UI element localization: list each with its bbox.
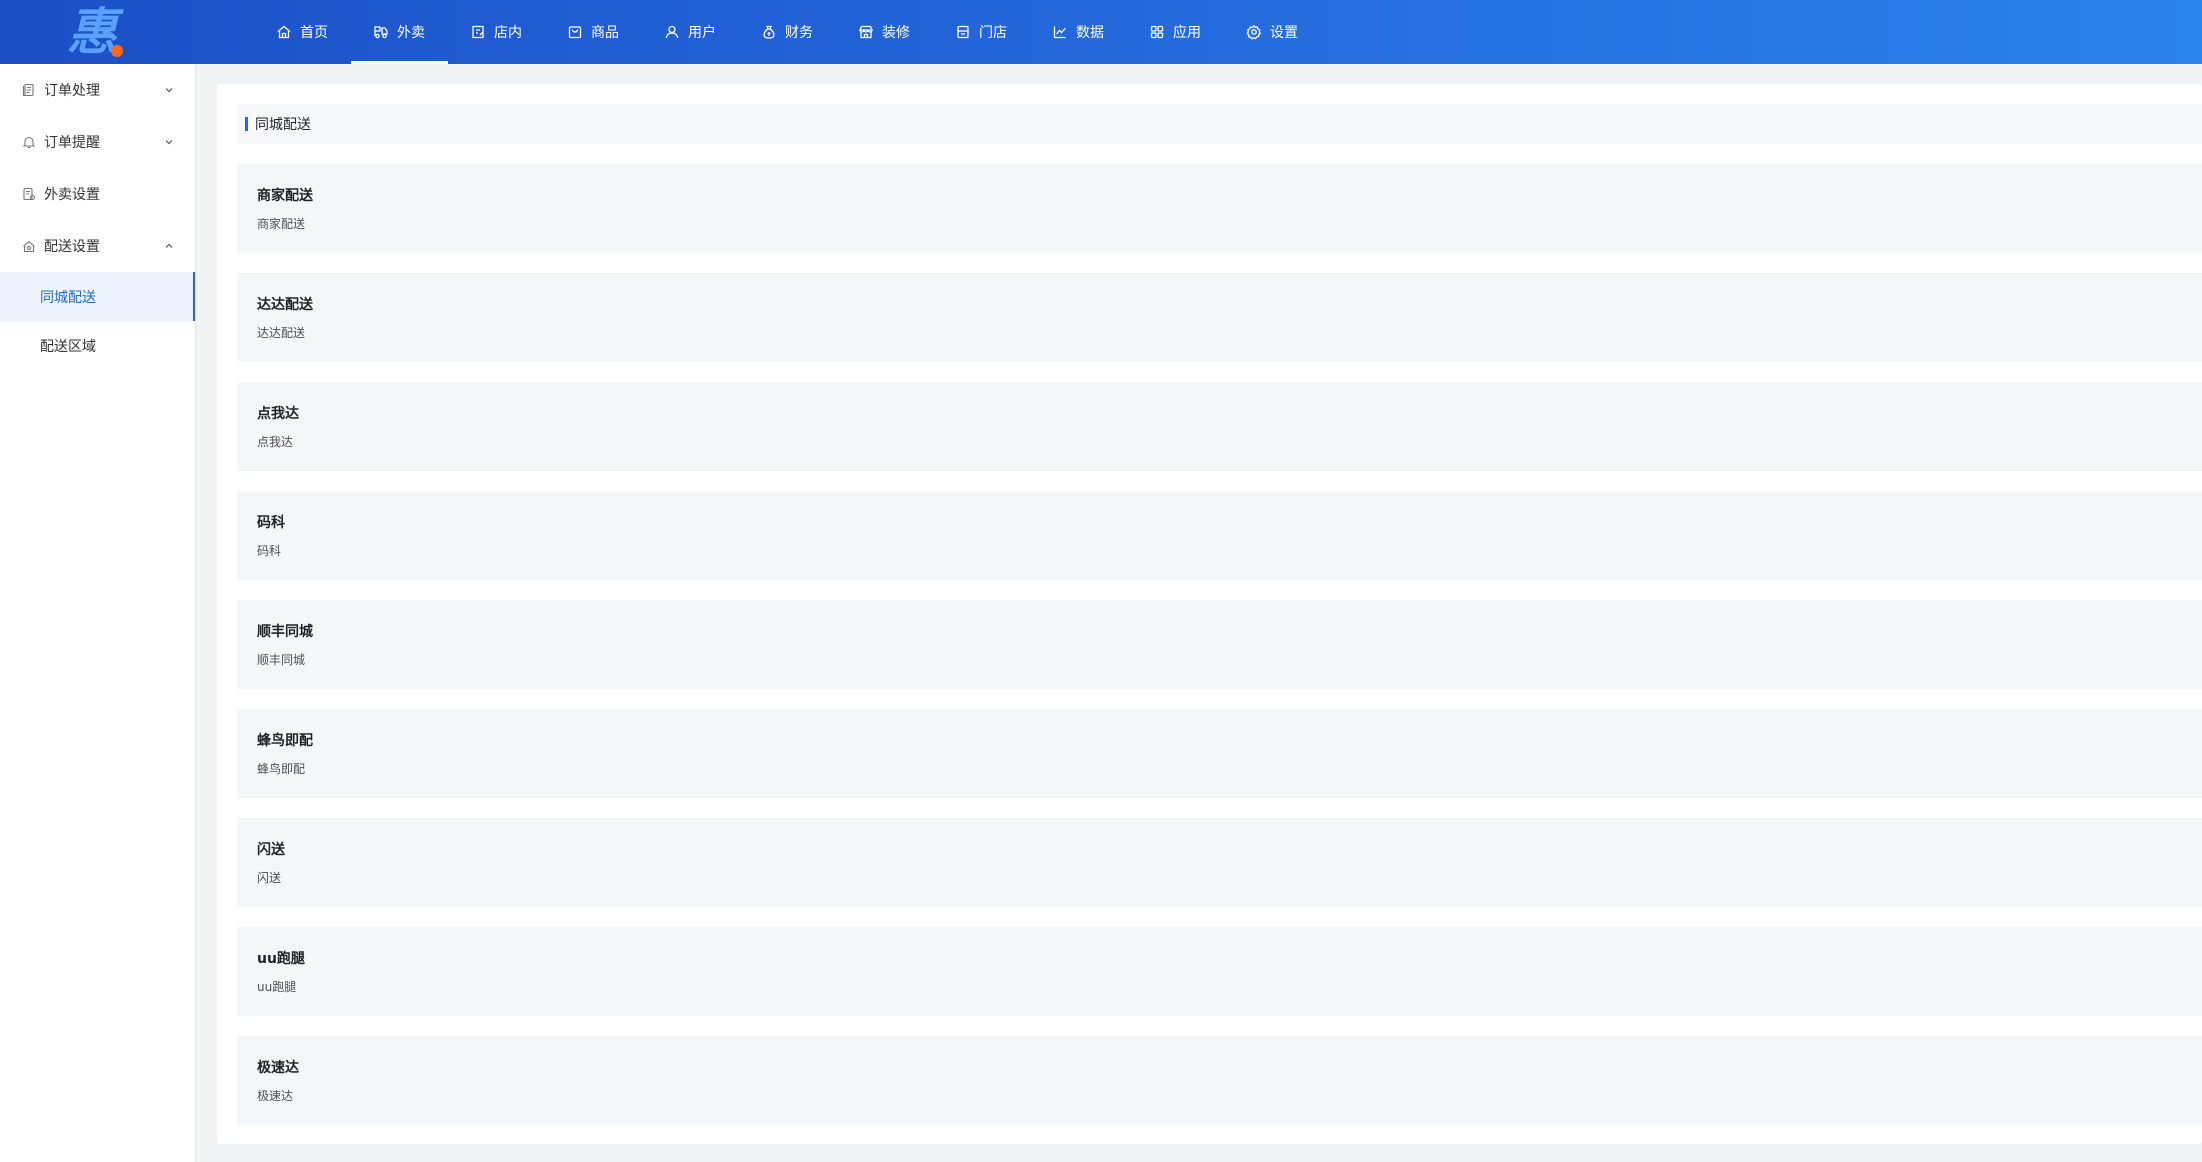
user-icon: [664, 24, 680, 40]
delivery-card-uu-paotui[interactable]: uu跑腿 uu跑腿: [237, 927, 2202, 1016]
home-icon: [276, 24, 292, 40]
bag-icon: [567, 24, 583, 40]
delivery-box-icon: [22, 239, 36, 253]
nav-label: 外卖: [397, 25, 425, 41]
money-bag-icon: [761, 24, 777, 40]
card-title: 达达配送: [257, 297, 313, 313]
card-title: 商家配送: [257, 188, 313, 204]
card-description: 点我达: [257, 435, 294, 449]
card-title: 码科: [257, 515, 285, 531]
nav-item-users[interactable]: 用户: [642, 0, 739, 64]
nav-item-stores[interactable]: 门店: [933, 0, 1030, 64]
sidebar-group-label: 订单处理: [44, 83, 100, 99]
top-nav: 首页 外卖 店内 商品 用户 财务 装修 门店 数据 应用 设置: [254, 0, 1321, 64]
nav-label: 门店: [979, 25, 1007, 41]
top-navigation-bar: 惠 首页 外卖 店内 商品 用户 财务 装修 门店 数据 应用 设置: [0, 0, 2202, 64]
nav-item-home[interactable]: 首页: [254, 0, 351, 64]
sidebar: 订单处理 订单提醒 外卖设置 配送设置 同城配送 配送区域: [0, 64, 196, 1162]
card-description: uu跑腿: [257, 980, 297, 994]
nav-item-finance[interactable]: 财务: [739, 0, 836, 64]
delivery-card-shansong[interactable]: 闪送 闪送: [237, 818, 2202, 907]
section-title: 同城配送: [255, 117, 311, 133]
logo-glyph: 惠: [67, 2, 117, 61]
shop-front-icon: [858, 24, 874, 40]
logo-dot: [111, 45, 123, 57]
store-icon: [470, 24, 486, 40]
section-accent-bar: [245, 117, 248, 131]
chart-icon: [1052, 24, 1068, 40]
main-content: 同城配送 商家配送 商家配送 达达配送 达达配送 点我达 点我达 码科 码科 顺…: [217, 84, 2202, 1144]
delivery-card-fengniao[interactable]: 蜂鸟即配 蜂鸟即配: [237, 709, 2202, 798]
card-description: 极速达: [257, 1089, 294, 1103]
sidebar-item-delivery-area[interactable]: 配送区域: [0, 321, 195, 370]
nav-item-in-store[interactable]: 店内: [448, 0, 545, 64]
nav-label: 财务: [785, 25, 813, 41]
delivery-card-dada[interactable]: 达达配送 达达配送: [237, 273, 2202, 362]
nav-label: 装修: [882, 25, 910, 41]
card-description: 商家配送: [257, 217, 306, 231]
sidebar-group-takeaway-settings[interactable]: 外卖设置: [0, 168, 195, 220]
nav-item-takeaway[interactable]: 外卖: [351, 0, 448, 64]
delivery-card-jisuda[interactable]: 极速达 极速达: [237, 1036, 2202, 1125]
nav-label: 店内: [494, 25, 522, 41]
nav-item-settings[interactable]: 设置: [1224, 0, 1321, 64]
sidebar-item-same-city-delivery[interactable]: 同城配送: [0, 272, 195, 321]
delivery-card-dianwoda[interactable]: 点我达 点我达: [237, 382, 2202, 471]
document-settings-icon: [22, 187, 36, 201]
nav-item-decoration[interactable]: 装修: [836, 0, 933, 64]
bell-icon: [22, 135, 36, 149]
delivery-card-make[interactable]: 码科 码科: [237, 491, 2202, 580]
brand-logo[interactable]: 惠: [0, 0, 196, 64]
sidebar-group-label: 外卖设置: [44, 187, 100, 203]
card-title: 极速达: [257, 1060, 299, 1076]
card-title: 顺丰同城: [257, 624, 313, 640]
card-description: 闪送: [257, 871, 282, 885]
nav-label: 应用: [1173, 25, 1201, 41]
sidebar-group-label: 订单提醒: [44, 135, 100, 151]
takeaway-icon: [373, 24, 389, 40]
nav-label: 用户: [688, 25, 716, 41]
card-title: 蜂鸟即配: [257, 733, 313, 749]
delivery-card-merchant[interactable]: 商家配送 商家配送: [237, 164, 2202, 253]
card-title: 闪送: [257, 842, 285, 858]
card-description: 蜂鸟即配: [257, 762, 306, 776]
card-description: 达达配送: [257, 326, 306, 340]
card-description: 码科: [257, 544, 282, 558]
sidebar-group-delivery-settings[interactable]: 配送设置: [0, 220, 195, 272]
nav-label: 商品: [591, 25, 619, 41]
document-icon: [22, 83, 36, 97]
nav-item-apps[interactable]: 应用: [1127, 0, 1224, 64]
chevron-down-icon: [163, 84, 175, 96]
storefront-icon: [955, 24, 971, 40]
delivery-card-sf-same-city[interactable]: 顺丰同城 顺丰同城: [237, 600, 2202, 689]
sidebar-group-label: 配送设置: [44, 239, 100, 255]
nav-item-data[interactable]: 数据: [1030, 0, 1127, 64]
chevron-up-icon: [163, 240, 175, 252]
nav-label: 设置: [1270, 25, 1298, 41]
gear-icon: [1246, 24, 1262, 40]
nav-label: 数据: [1076, 25, 1104, 41]
section-header: 同城配送: [237, 104, 2202, 144]
chevron-down-icon: [163, 136, 175, 148]
card-title: 点我达: [257, 406, 299, 422]
delivery-provider-list: 商家配送 商家配送 达达配送 达达配送 点我达 点我达 码科 码科 顺丰同城 顺…: [237, 164, 2202, 1145]
sidebar-group-order-processing[interactable]: 订单处理: [0, 64, 195, 116]
nav-item-products[interactable]: 商品: [545, 0, 642, 64]
card-title: uu跑腿: [257, 951, 305, 967]
card-description: 顺丰同城: [257, 653, 306, 667]
apps-icon: [1149, 24, 1165, 40]
sidebar-group-order-reminder[interactable]: 订单提醒: [0, 116, 195, 168]
nav-label: 首页: [300, 25, 328, 41]
